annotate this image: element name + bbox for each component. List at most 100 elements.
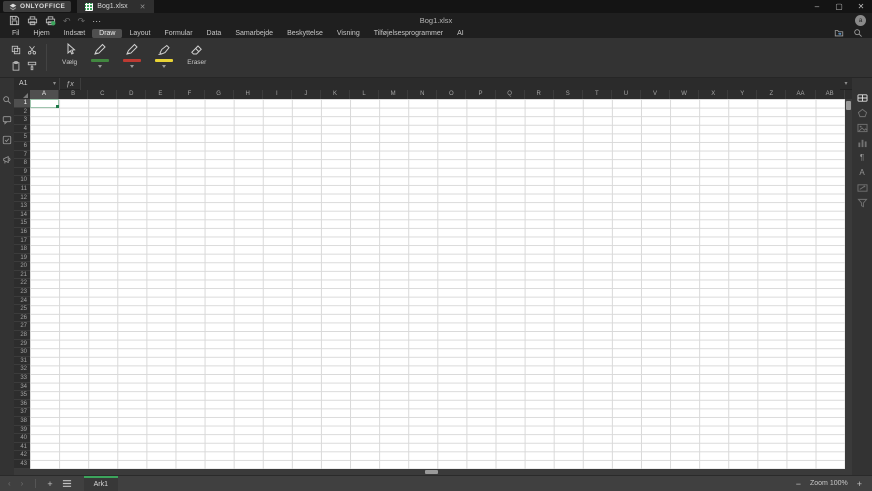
signature-settings-icon[interactable] xyxy=(857,183,868,193)
pivot-table-settings-icon[interactable]: ¶ xyxy=(860,153,864,163)
column-header-L[interactable]: L xyxy=(350,90,380,99)
row-header-2[interactable]: 2 xyxy=(14,108,30,117)
row-header-29[interactable]: 29 xyxy=(14,340,30,349)
zoom-in-button[interactable]: + xyxy=(857,479,862,489)
spellcheck-icon[interactable] xyxy=(2,135,12,145)
menu-tab-beskyttelse[interactable]: Beskyttelse xyxy=(280,29,330,38)
row-header-6[interactable]: 6 xyxy=(14,142,30,151)
sheet-nav-left-icon[interactable]: ‹ xyxy=(8,477,11,491)
eraser-tool[interactable]: Eraser xyxy=(180,38,213,77)
format-painter-icon[interactable] xyxy=(27,61,37,71)
row-header-18[interactable]: 18 xyxy=(14,245,30,254)
highlighter-tool[interactable] xyxy=(148,38,180,77)
row-header-30[interactable]: 30 xyxy=(14,348,30,357)
row-header-38[interactable]: 38 xyxy=(14,417,30,426)
chart-settings-icon[interactable] xyxy=(857,138,868,148)
row-header-22[interactable]: 22 xyxy=(14,279,30,289)
row-header-32[interactable]: 32 xyxy=(14,365,30,374)
column-header-T[interactable]: T xyxy=(583,90,612,99)
column-header-X[interactable]: X xyxy=(699,90,729,99)
minimize-button[interactable]: – xyxy=(806,0,828,13)
column-header-P[interactable]: P xyxy=(466,90,496,99)
row-header-41[interactable]: 41 xyxy=(14,443,30,452)
name-box-chevron-icon[interactable]: ▾ xyxy=(53,80,56,87)
row-header-31[interactable]: 31 xyxy=(14,357,30,366)
paste-icon[interactable] xyxy=(11,61,21,71)
comments-icon[interactable] xyxy=(2,115,12,125)
document-tab-close-icon[interactable]: ✕ xyxy=(140,3,146,11)
app-menu-button[interactable]: ONLYOFFICE xyxy=(3,1,72,12)
menu-tab-tilf-jelsesprogrammer[interactable]: Tilføjelsesprogrammer xyxy=(367,29,450,38)
column-header-H[interactable]: H xyxy=(234,90,263,99)
text-art-settings-icon[interactable]: A xyxy=(859,168,864,178)
row-header-11[interactable]: 11 xyxy=(14,185,30,194)
select-tool[interactable]: Vælg xyxy=(55,38,84,77)
column-header-F[interactable]: F xyxy=(175,90,205,99)
cell-settings-icon[interactable] xyxy=(857,93,868,103)
menu-tab-samarbejde[interactable]: Samarbejde xyxy=(228,29,280,38)
search-icon[interactable] xyxy=(853,28,863,38)
highlighter-dropdown-icon[interactable] xyxy=(162,65,167,68)
row-header-9[interactable]: 9 xyxy=(14,168,30,177)
column-header-O[interactable]: O xyxy=(437,90,467,99)
column-header-M[interactable]: M xyxy=(379,90,409,99)
pen-green-dropdown-icon[interactable] xyxy=(98,65,103,68)
column-header-R[interactable]: R xyxy=(525,90,554,99)
maximize-button[interactable]: ▢ xyxy=(828,0,850,13)
row-header-34[interactable]: 34 xyxy=(14,383,30,392)
menu-tab-data[interactable]: Data xyxy=(200,29,229,38)
column-header-J[interactable]: J xyxy=(292,90,321,99)
column-header-V[interactable]: V xyxy=(641,90,671,99)
selected-cell-a1[interactable] xyxy=(30,99,60,108)
image-settings-icon[interactable] xyxy=(857,123,868,133)
column-header-Y[interactable]: Y xyxy=(728,90,758,99)
row-header-39[interactable]: 39 xyxy=(14,426,30,435)
menu-tab-inds-t[interactable]: Indsæt xyxy=(57,29,92,38)
sheet-list-icon[interactable] xyxy=(60,479,78,488)
row-header-24[interactable]: 24 xyxy=(14,297,30,306)
column-header-K[interactable]: K xyxy=(321,90,351,99)
menu-tab-ai[interactable]: AI xyxy=(450,29,471,38)
close-button[interactable]: ✕ xyxy=(850,0,872,13)
name-box[interactable]: A1 ▾ xyxy=(14,77,60,90)
menu-tab-formular[interactable]: Formular xyxy=(158,29,200,38)
column-header-N[interactable]: N xyxy=(408,90,438,99)
row-header-15[interactable]: 15 xyxy=(14,219,30,228)
row-header-12[interactable]: 12 xyxy=(14,194,30,203)
slicer-settings-icon[interactable] xyxy=(856,198,868,208)
vertical-scrollbar-thumb[interactable] xyxy=(846,101,851,110)
row-header-28[interactable]: 28 xyxy=(14,331,30,340)
sheet-nav-right-icon[interactable]: › xyxy=(21,477,24,491)
select-all-corner[interactable] xyxy=(14,90,30,99)
column-header-D[interactable]: D xyxy=(117,90,147,99)
column-header-B[interactable]: B xyxy=(59,90,89,99)
insert-function-icon[interactable]: ƒx xyxy=(60,77,81,90)
row-header-5[interactable]: 5 xyxy=(14,133,30,142)
row-header-10[interactable]: 10 xyxy=(14,176,30,185)
formula-bar-expand-icon[interactable]: ▾ xyxy=(840,80,852,87)
feedback-support-icon[interactable] xyxy=(2,155,12,165)
row-header-33[interactable]: 33 xyxy=(14,374,30,383)
row-header-35[interactable]: 35 xyxy=(14,391,30,400)
copy-icon[interactable] xyxy=(11,45,21,55)
column-header-AB[interactable]: AB xyxy=(816,90,845,99)
column-header-S[interactable]: S xyxy=(554,90,583,99)
row-header-23[interactable]: 23 xyxy=(14,288,30,297)
cell-grid[interactable] xyxy=(30,99,845,469)
menu-tab-draw[interactable]: Draw xyxy=(92,28,123,38)
column-header-E[interactable]: E xyxy=(146,90,176,99)
document-tab[interactable]: Bog1.xlsx ✕ xyxy=(77,0,154,13)
column-header-W[interactable]: W xyxy=(670,90,700,99)
shape-settings-icon[interactable] xyxy=(857,108,868,118)
row-header-14[interactable]: 14 xyxy=(14,211,30,220)
column-header-I[interactable]: I xyxy=(263,90,292,99)
pen-red-dropdown-icon[interactable] xyxy=(130,65,135,68)
column-header-U[interactable]: U xyxy=(612,90,641,99)
row-header-8[interactable]: 8 xyxy=(14,159,30,168)
open-file-location-icon[interactable] xyxy=(834,28,844,38)
row-header-13[interactable]: 13 xyxy=(14,202,30,211)
sheet-tab-ark1[interactable]: Ark1 xyxy=(83,475,119,491)
row-header-40[interactable]: 40 xyxy=(14,434,30,443)
column-header-G[interactable]: G xyxy=(205,90,234,99)
row-header-19[interactable]: 19 xyxy=(14,254,30,263)
